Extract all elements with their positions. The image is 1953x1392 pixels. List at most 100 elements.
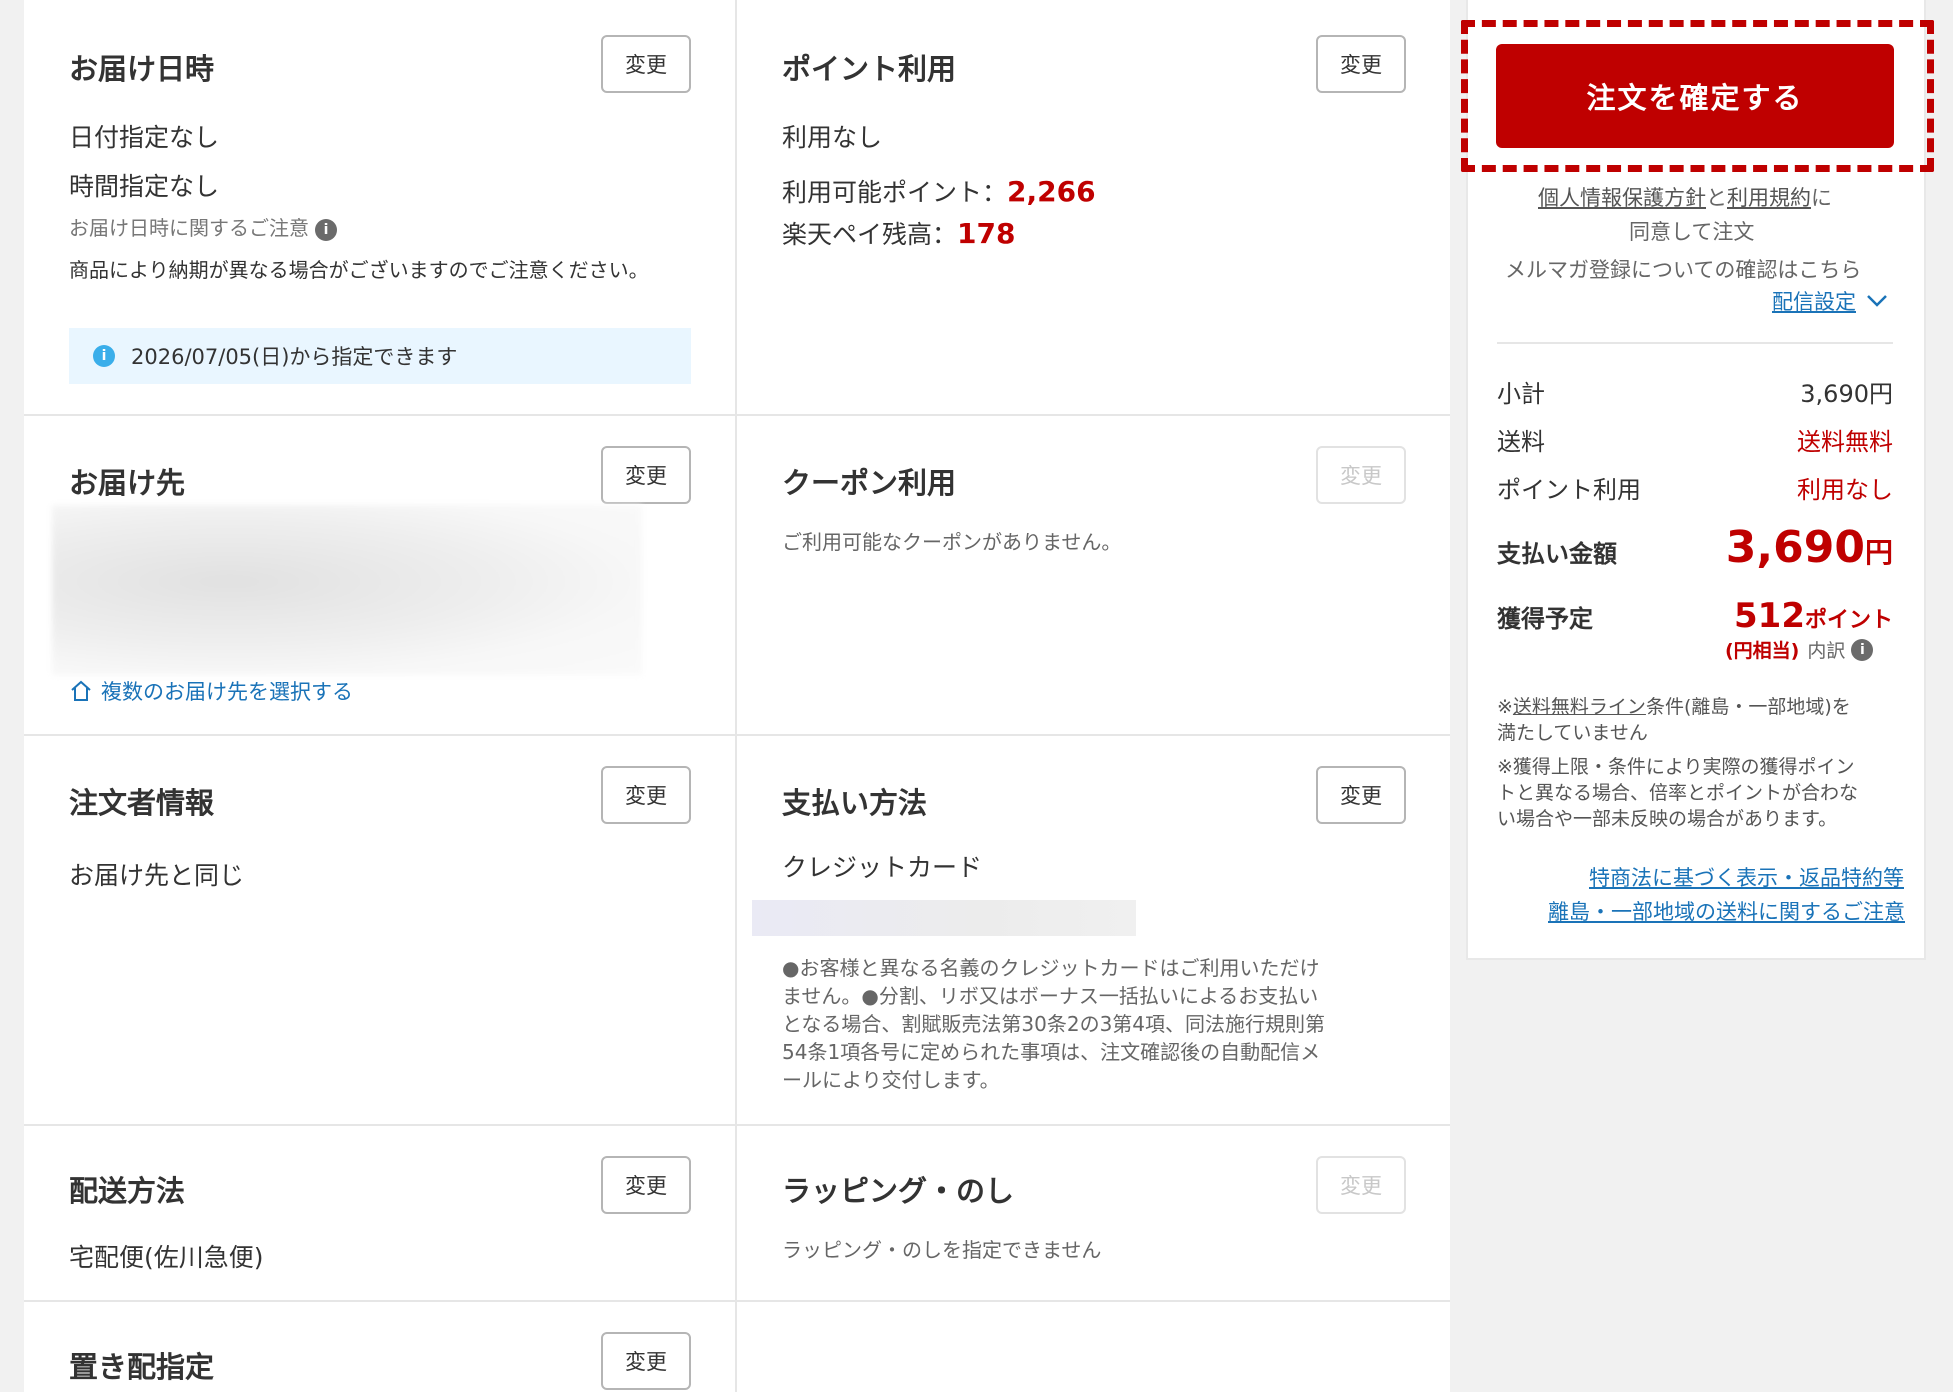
multi-address-text[interactable]: 複数のお届け先を選択する — [101, 676, 353, 706]
terms-link[interactable]: 利用規約 — [1727, 186, 1811, 210]
total-value: 3,690 — [1725, 522, 1865, 573]
payment-note: ●お客様と異なる名義のクレジットカードはご利用いただけ ません。●分割、リボ又は… — [782, 954, 1412, 1094]
change-button[interactable]: 変更 — [1316, 35, 1406, 93]
subtotal-label: 小計 — [1497, 380, 1545, 408]
earn-points: 512ポイント — [1734, 596, 1893, 636]
change-button[interactable]: 変更 — [1316, 766, 1406, 824]
change-button[interactable]: 変更 — [601, 446, 691, 504]
shipping-method-value: 宅配便(佐川急便) — [69, 1243, 264, 1272]
change-button: 変更 — [1316, 1156, 1406, 1214]
orderer-value: お届け先と同じ — [69, 861, 245, 890]
note-line: 54条1項各号に定められた事項は、注文確認後の自動配信メ — [782, 1040, 1321, 1064]
pay-balance-label: 楽天ペイ残高： — [782, 220, 958, 249]
subtotal-value: 3,690円 — [1800, 380, 1893, 408]
available-date-info: i 2026/07/05(日)から指定できます — [69, 328, 691, 384]
mailmag-text: メルマガ登録についての確認はこちら — [1505, 258, 1862, 282]
placement-section: 置き配指定 変更 — [24, 1302, 737, 1392]
caution-label[interactable]: お届け日時に関するご注意 i — [69, 214, 337, 242]
order-details-panel: お届け日時 変更 日付指定なし 時間指定なし お届け日時に関するご注意 i 商品に… — [24, 0, 1450, 1392]
remote-link-text[interactable]: 離島・一部地域の送料に関するご注意 — [1548, 900, 1905, 924]
orderer-section: 注文者情報 変更 お届け先と同じ — [24, 736, 737, 1126]
earn-breakdown[interactable]: (円相当) 内訳 i — [1725, 636, 1874, 663]
section-title: 配送方法 — [69, 1174, 186, 1208]
connector-text: と — [1706, 186, 1727, 210]
breakdown-text[interactable]: 内訳 — [1807, 636, 1845, 663]
shipping-row: 送料 送料無料 — [1497, 422, 1893, 457]
note-line: い場合や一部未反映の場合があります。 — [1497, 808, 1838, 830]
change-button[interactable]: 変更 — [601, 766, 691, 824]
redacted-address — [52, 505, 642, 675]
change-button[interactable]: 変更 — [601, 1156, 691, 1214]
subtotal-row: 小計 3,690円 — [1497, 374, 1893, 409]
earn-row: 獲得予定 512ポイント — [1497, 596, 1893, 636]
home-icon — [71, 680, 91, 701]
info-icon[interactable]: i — [1851, 638, 1874, 661]
change-button: 変更 — [1316, 446, 1406, 504]
coupon-section: クーポン利用 変更 ご利用可能なクーポンがありません。 — [737, 416, 1450, 736]
remote-shipping-link[interactable]: 離島・一部地域の送料に関するご注意 — [1548, 896, 1905, 926]
pay-balance-value: 178 — [957, 217, 1016, 250]
section-title: お届け日時 — [69, 52, 215, 86]
note-line: ません。●分割、リボ又はボーナス一括払いによるお支払い — [782, 984, 1319, 1008]
note-text: 満たしていません — [1497, 722, 1648, 744]
empty-cell — [737, 1302, 1450, 1392]
section-title: ラッピング・のし — [782, 1174, 1015, 1208]
change-button[interactable]: 変更 — [601, 1332, 691, 1390]
total-unit: 円 — [1864, 536, 1893, 569]
note-text: 条件(離島・一部地域)を — [1645, 696, 1851, 718]
date-spec: 日付指定なし — [69, 123, 220, 152]
point-use-label: ポイント利用 — [1497, 476, 1641, 504]
caution-text[interactable]: お届け日時に関するご注意 — [69, 216, 309, 240]
points-usage: 利用なし — [782, 123, 883, 152]
total-row: 支払い金額 3,690円 — [1497, 522, 1893, 573]
agree-text: 同意して注文 — [1629, 220, 1755, 244]
available-date-text: 2026/07/05(日)から指定できます — [131, 345, 458, 369]
agreement-line: 個人情報保護方針と利用規約に — [1538, 182, 1832, 212]
note-line: ※獲得上限・条件により実際の獲得ポイン — [1497, 756, 1855, 778]
shipping-method-section: 配送方法 変更 宅配便(佐川急便) — [24, 1126, 737, 1302]
available-points: 利用可能ポイント：2,266 — [782, 173, 1096, 209]
section-title: ポイント利用 — [782, 52, 957, 86]
section-title: 注文者情報 — [69, 786, 215, 820]
coupon-message: ご利用可能なクーポンがありません。 — [782, 530, 1122, 554]
shipping-label: 送料 — [1497, 428, 1545, 456]
chevron-down-icon[interactable] — [1866, 294, 1888, 308]
delivery-datetime-section: お届け日時 変更 日付指定なし 時間指定なし お届け日時に関するご注意 i 商品に… — [24, 0, 737, 416]
payment-method: クレジットカード — [782, 853, 983, 882]
section-title: クーポン利用 — [782, 466, 957, 500]
time-spec: 時間指定なし — [69, 172, 220, 201]
divider — [1497, 342, 1893, 344]
law-display-link[interactable]: 特商法に基づく表示・返品特約等 — [1589, 862, 1904, 892]
info-icon[interactable]: i — [315, 218, 337, 241]
available-points-label: 利用可能ポイント： — [782, 178, 1008, 207]
earn-equiv: (円相当) — [1725, 640, 1800, 662]
point-use-row: ポイント利用 利用なし — [1497, 470, 1893, 505]
redacted-card-info — [752, 900, 1136, 936]
delivery-setting[interactable]: 配信設定 — [1772, 286, 1888, 316]
wrapping-section: ラッピング・のし 変更 ラッピング・のしを指定できません — [737, 1126, 1450, 1302]
point-use-value: 利用なし — [1797, 476, 1893, 504]
total-label: 支払い金額 — [1497, 540, 1617, 568]
earn-unit: ポイント — [1804, 608, 1893, 633]
change-button[interactable]: 変更 — [601, 35, 691, 93]
privacy-policy-link[interactable]: 個人情報保護方針 — [1538, 186, 1706, 210]
points-section: ポイント利用 変更 利用なし 利用可能ポイント：2,266 楽天ペイ残高：178 — [737, 0, 1450, 416]
wrapping-message: ラッピング・のしを指定できません — [782, 1238, 1102, 1262]
free-shipping-note: ※送料無料ライン条件(離島・一部地域)を 満たしていません — [1497, 694, 1897, 746]
section-title: お届け先 — [69, 466, 186, 500]
note-prefix: ※ — [1497, 696, 1513, 718]
pay-balance: 楽天ペイ残高：178 — [782, 215, 1015, 251]
section-title: 支払い方法 — [782, 786, 928, 820]
free-shipping-link[interactable]: 送料無料ライン — [1513, 696, 1646, 718]
shipping-value: 送料無料 — [1797, 428, 1893, 456]
law-link-text[interactable]: 特商法に基づく表示・返品特約等 — [1589, 866, 1904, 890]
multi-address-link[interactable]: 複数のお届け先を選択する — [69, 676, 353, 706]
note-line: ールにより交付します。 — [782, 1068, 1000, 1092]
connector-text: に — [1811, 186, 1832, 210]
confirm-order-button[interactable]: 注文を確定する — [1496, 44, 1894, 148]
note-line: ●お客様と異なる名義のクレジットカードはご利用いただけ — [782, 956, 1320, 980]
note-line: となる場合、割賦販売法第30条2の3第4項、同法施行規則第 — [782, 1012, 1326, 1036]
delivery-setting-link[interactable]: 配信設定 — [1772, 286, 1856, 316]
available-points-value: 2,266 — [1007, 175, 1096, 208]
note-line: トと異なる場合、倍率とポイントが合わな — [1497, 782, 1859, 804]
